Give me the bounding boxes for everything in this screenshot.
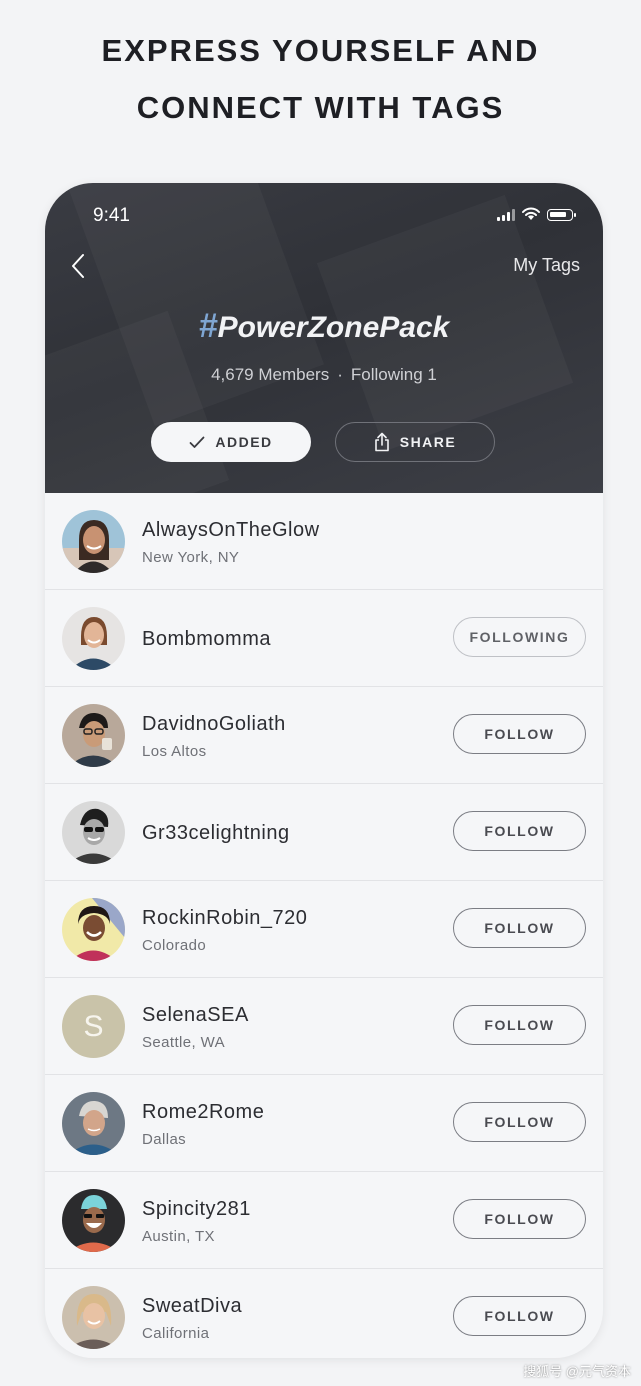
- avatar[interactable]: [62, 1189, 125, 1252]
- member-name[interactable]: SweatDiva: [142, 1295, 242, 1318]
- share-icon: [374, 432, 389, 452]
- member-row[interactable]: Gr33celightning FOLLOW: [45, 784, 603, 881]
- hashtag-symbol: #: [198, 307, 218, 345]
- follow-button[interactable]: FOLLOW: [453, 908, 586, 948]
- member-row[interactable]: SweatDiva California FOLLOW: [45, 1269, 603, 1358]
- member-row[interactable]: AlwaysOnTheGlow New York, NY: [45, 493, 603, 590]
- avatar[interactable]: [62, 510, 125, 573]
- member-row[interactable]: S SelenaSEA Seattle, WA FOLLOW: [45, 978, 603, 1075]
- following-count: Following 1: [350, 365, 437, 384]
- avatar[interactable]: [62, 704, 125, 767]
- stats-separator: ·: [337, 365, 343, 384]
- member-row[interactable]: RockinRobin_720 Colorado FOLLOW: [45, 881, 603, 978]
- share-label: SHARE: [399, 434, 457, 450]
- member-location: New York, NY: [142, 549, 240, 566]
- member-name[interactable]: Gr33celightning: [142, 822, 290, 845]
- signal-icon: [497, 209, 515, 221]
- member-location: Los Altos: [142, 743, 207, 760]
- member-list: AlwaysOnTheGlow New York, NY Bombmomma F…: [45, 493, 603, 1358]
- chevron-left-icon: [72, 254, 84, 278]
- member-location: California: [142, 1325, 210, 1342]
- phone-frame: 9:41 My Tags #PowerZonePack 4,679 Member…: [45, 183, 603, 1358]
- status-icons: [497, 207, 576, 221]
- following-button[interactable]: FOLLOWING: [453, 617, 586, 657]
- member-location: Dallas: [142, 1131, 187, 1148]
- status-time: 9:41: [93, 205, 130, 226]
- headline: EXPRESS YOURSELF AND CONNECT WITH TAGS: [0, 22, 641, 136]
- battery-icon: [547, 209, 576, 221]
- tag-stats: 4,679 Members · Following 1: [45, 365, 603, 385]
- checkmark-icon: [189, 436, 205, 448]
- avatar[interactable]: S: [62, 995, 125, 1058]
- member-row[interactable]: DavidnoGoliath Los Altos FOLLOW: [45, 687, 603, 784]
- member-location: Austin, TX: [142, 1228, 215, 1245]
- share-button[interactable]: SHARE: [335, 422, 495, 462]
- member-location: Colorado: [142, 937, 207, 954]
- member-name[interactable]: Rome2Rome: [142, 1101, 264, 1124]
- wifi-icon: [522, 207, 540, 220]
- watermark: 搜狐号 @元气资本: [523, 1364, 631, 1379]
- member-name[interactable]: AlwaysOnTheGlow: [142, 519, 320, 542]
- member-name[interactable]: Spincity281: [142, 1198, 251, 1221]
- headline-line-1: EXPRESS YOURSELF AND: [101, 33, 540, 68]
- avatar[interactable]: [62, 801, 125, 864]
- my-tags-link[interactable]: My Tags: [513, 255, 580, 276]
- member-row[interactable]: Rome2Rome Dallas FOLLOW: [45, 1075, 603, 1172]
- avatar[interactable]: [62, 1092, 125, 1155]
- member-name[interactable]: DavidnoGoliath: [142, 713, 286, 736]
- follow-button[interactable]: FOLLOW: [453, 1296, 586, 1336]
- avatar[interactable]: [62, 1286, 125, 1349]
- back-button[interactable]: [67, 251, 91, 281]
- member-name[interactable]: Bombmomma: [142, 628, 271, 651]
- member-name[interactable]: SelenaSEA: [142, 1004, 249, 1027]
- members-count: 4,679 Members: [211, 365, 330, 384]
- follow-button[interactable]: FOLLOW: [453, 1102, 586, 1142]
- tag-name: PowerZonePack: [217, 311, 450, 344]
- follow-button[interactable]: FOLLOW: [453, 1199, 586, 1239]
- member-row[interactable]: Spincity281 Austin, TX FOLLOW: [45, 1172, 603, 1269]
- member-name[interactable]: RockinRobin_720: [142, 907, 307, 930]
- follow-button[interactable]: FOLLOW: [453, 714, 586, 754]
- avatar[interactable]: [62, 607, 125, 670]
- avatar[interactable]: [62, 898, 125, 961]
- follow-button[interactable]: FOLLOW: [453, 811, 586, 851]
- added-button[interactable]: ADDED: [151, 422, 311, 462]
- headline-line-2: CONNECT WITH TAGS: [136, 90, 505, 125]
- member-location: Seattle, WA: [142, 1034, 226, 1051]
- follow-button[interactable]: FOLLOW: [453, 1005, 586, 1045]
- tag-title: #PowerZonePack: [45, 307, 603, 346]
- added-label: ADDED: [215, 434, 273, 450]
- member-row[interactable]: Bombmomma FOLLOWING: [45, 590, 603, 687]
- tag-header: 9:41 My Tags #PowerZonePack 4,679 Member…: [45, 183, 603, 493]
